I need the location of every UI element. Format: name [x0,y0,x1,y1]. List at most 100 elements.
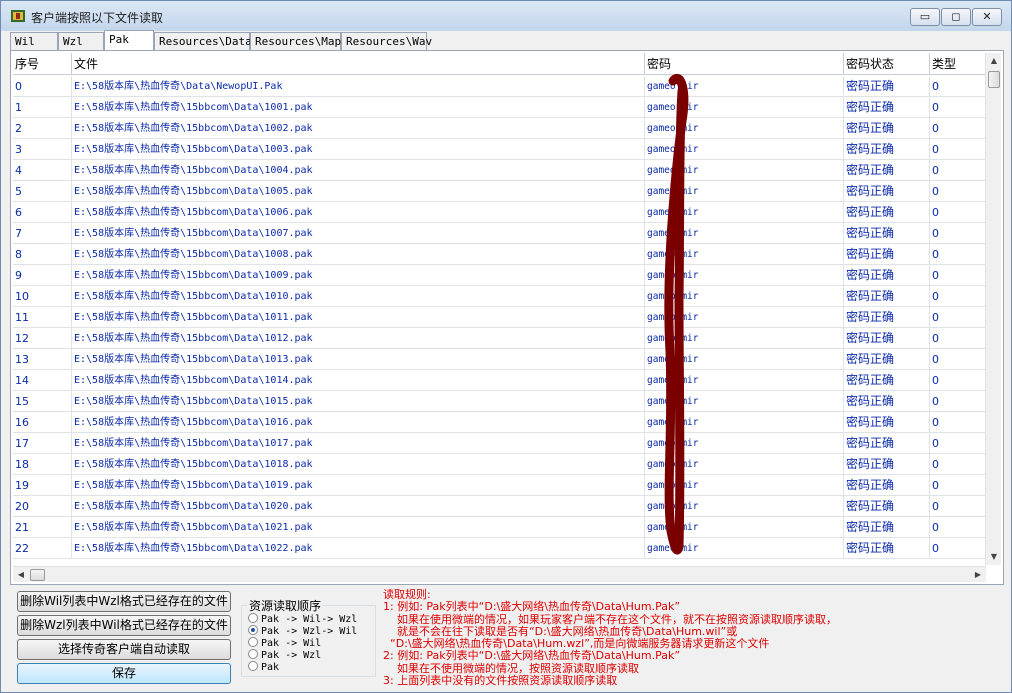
table-row[interactable]: 0 E:\58版本库\热血传奇\Data\NewopUI.Pak gameofmir… [13,76,986,97]
radio-button-icon[interactable] [248,661,258,671]
row-index: 17 [13,433,72,453]
row-type: 0 [930,328,986,348]
row-password: gameofmir [645,538,844,558]
scroll-left-icon[interactable]: ◀ [13,567,29,583]
table-row[interactable]: 16 E:\58版本库\热血传奇\15bbcom\Data\1016.pak gam… [13,412,986,433]
tab-resources-map[interactable]: Resources\Map [250,32,341,50]
row-index: 21 [13,517,72,537]
header-type[interactable]: 类型 [930,53,986,75]
header-index[interactable]: 序号 [13,53,72,75]
tab-resources-data[interactable]: Resources\Data [154,32,252,50]
scroll-up-icon[interactable]: ▲ [986,53,1002,69]
title-bar[interactable]: 客户端按照以下文件读取 ▭ ◻ ✕ [1,1,1011,31]
table-row[interactable]: 8 E:\58版本库\热血传奇\15bbcom\Data\1008.pak game… [13,244,986,265]
read-order-radio[interactable]: Pak [248,661,279,673]
table-row[interactable]: 5 E:\58版本库\热血传奇\15bbcom\Data\1005.pak game… [13,181,986,202]
table-row[interactable]: 14 E:\58版本库\热血传奇\15bbcom\Data\1014.pak gam… [13,370,986,391]
row-type: 0 [930,223,986,243]
close-icon: ✕ [982,10,992,23]
radio-button-icon[interactable] [248,649,258,659]
horizontal-scrollbar[interactable]: ◀ ▶ [13,566,986,582]
row-password: gameofmir [645,244,844,264]
row-type: 0 [930,97,986,117]
row-type: 0 [930,538,986,558]
minimize-button[interactable]: ▭ [910,8,940,26]
row-password: gameofmir [645,286,844,306]
save-button[interactable]: 保存 [17,663,231,684]
table-row[interactable]: 4 E:\58版本库\热血传奇\15bbcom\Data\1004.pak game… [13,160,986,181]
table-row[interactable]: 10 E:\58版本库\热血传奇\15bbcom\Data\1010.pak gam… [13,286,986,307]
row-file-path: E:\58版本库\热血传奇\15bbcom\Data\1017.pak [72,433,645,453]
header-password-status[interactable]: 密码状态 [844,53,930,75]
read-order-radio[interactable]: Pak -> Wzl-> Wil [248,625,357,637]
maximize-button[interactable]: ◻ [941,8,971,26]
table-row[interactable]: 2 E:\58版本库\热血传奇\15bbcom\Data\1002.pak game… [13,118,986,139]
tab-wil[interactable]: Wil [10,32,58,50]
vertical-scroll-thumb[interactable] [988,71,1000,88]
row-password: gameofmir [645,265,844,285]
radio-button-icon[interactable] [248,637,258,647]
scroll-right-icon[interactable]: ▶ [970,567,986,583]
table-row[interactable]: 1 E:\58版本库\热血传奇\15bbcom\Data\1001.pak game… [13,97,986,118]
auto-read-client-button[interactable]: 选择传奇客户端自动读取 [17,639,231,660]
table-row[interactable]: 11 E:\58版本库\热血传奇\15bbcom\Data\1011.pak gam… [13,307,986,328]
row-password-status: 密码正确 [844,160,930,180]
horizontal-scroll-thumb[interactable] [30,569,45,581]
row-index: 5 [13,181,72,201]
read-order-title: 资源读取顺序 [247,597,324,614]
row-password-status: 密码正确 [844,286,930,306]
row-index: 7 [13,223,72,243]
row-file-path: E:\58版本库\热血传奇\15bbcom\Data\1015.pak [72,391,645,411]
row-type: 0 [930,181,986,201]
radio-button-icon[interactable] [248,613,258,623]
read-order-radio[interactable]: Pak -> Wil-> Wzl [248,613,357,625]
close-button[interactable]: ✕ [972,8,1002,26]
row-type: 0 [930,286,986,306]
table-row[interactable]: 22 E:\58版本库\热血传奇\15bbcom\Data\1022.pak gam… [13,538,986,559]
row-file-path: E:\58版本库\热血传奇\15bbcom\Data\1020.pak [72,496,645,516]
table-row[interactable]: 15 E:\58版本库\热血传奇\15bbcom\Data\1015.pak gam… [13,391,986,412]
table-row[interactable]: 20 E:\58版本库\热血传奇\15bbcom\Data\1020.pak gam… [13,496,986,517]
legend-game-icon [11,10,25,22]
table-row[interactable]: 13 E:\58版本库\热血传奇\15bbcom\Data\1013.pak gam… [13,349,986,370]
row-index: 0 [13,76,72,96]
row-index: 6 [13,202,72,222]
window-title: 客户端按照以下文件读取 [31,11,164,25]
row-password-status: 密码正确 [844,496,930,516]
delete-wzl-duplicates-button[interactable]: 删除Wzl列表中Wil格式已经存在的文件 [17,615,231,636]
row-file-path: E:\58版本库\热血传奇\15bbcom\Data\1002.pak [72,118,645,138]
row-file-path: E:\58版本库\热血传奇\15bbcom\Data\1006.pak [72,202,645,222]
row-type: 0 [930,139,986,159]
vertical-scrollbar[interactable]: ▲ ▼ [985,53,1001,565]
row-file-path: E:\58版本库\热血传奇\15bbcom\Data\1012.pak [72,328,645,348]
header-file[interactable]: 文件 [72,53,645,75]
header-password[interactable]: 密码 [645,53,844,75]
tab-pak[interactable]: Pak [104,30,154,50]
row-file-path: E:\58版本库\热血传奇\15bbcom\Data\1008.pak [72,244,645,264]
row-file-path: E:\58版本库\热血传奇\15bbcom\Data\1003.pak [72,139,645,159]
row-type: 0 [930,496,986,516]
table-row[interactable]: 19 E:\58版本库\热血传奇\15bbcom\Data\1019.pak gam… [13,475,986,496]
file-list-grid[interactable]: 序号 文件 密码 密码状态 类型 0 E:\58版本库\热血传奇\Data\New… [13,53,986,567]
row-index: 20 [13,496,72,516]
scroll-down-icon[interactable]: ▼ [986,549,1002,565]
table-row[interactable]: 9 E:\58版本库\热血传奇\15bbcom\Data\1009.pak game… [13,265,986,286]
table-row[interactable]: 3 E:\58版本库\热血传奇\15bbcom\Data\1003.pak game… [13,139,986,160]
tab-resources-wav[interactable]: Resources\Wav [341,32,432,50]
row-index: 15 [13,391,72,411]
table-row[interactable]: 6 E:\58版本库\热血传奇\15bbcom\Data\1006.pak game… [13,202,986,223]
table-row[interactable]: 7 E:\58版本库\热血传奇\15bbcom\Data\1007.pak game… [13,223,986,244]
row-password: gameofmir [645,496,844,516]
table-row[interactable]: 18 E:\58版本库\热血传奇\15bbcom\Data\1018.pak gam… [13,454,986,475]
row-password: gameofmir [645,433,844,453]
row-file-path: E:\58版本库\热血传奇\15bbcom\Data\1016.pak [72,412,645,432]
table-row[interactable]: 17 E:\58版本库\热血传奇\15bbcom\Data\1017.pak gam… [13,433,986,454]
tab-wzl[interactable]: Wzl [58,32,104,50]
table-row[interactable]: 12 E:\58版本库\热血传奇\15bbcom\Data\1012.pak gam… [13,328,986,349]
read-order-radio[interactable]: Pak -> Wil [248,637,321,649]
row-type: 0 [930,517,986,537]
delete-wil-duplicates-button[interactable]: 删除Wil列表中Wzl格式已经存在的文件 [17,591,231,612]
radio-button-icon[interactable] [248,625,258,635]
read-order-radio[interactable]: Pak -> Wzl [248,649,321,661]
table-row[interactable]: 21 E:\58版本库\热血传奇\15bbcom\Data\1021.pak gam… [13,517,986,538]
